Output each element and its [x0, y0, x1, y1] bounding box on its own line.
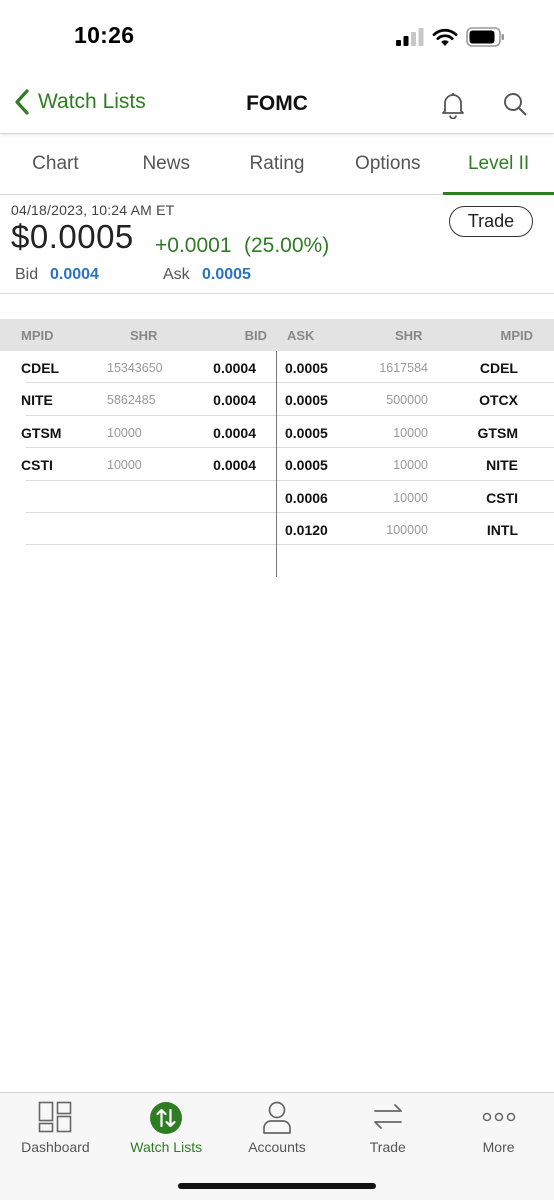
level2-row: 0.0006 10000 CSTI	[0, 481, 554, 513]
ask-price: 0.0005	[285, 424, 328, 441]
bid-mpid: CSTI	[21, 457, 53, 474]
ask-price: 0.0005	[285, 360, 328, 376]
ask-price: 0.0120	[285, 521, 328, 538]
trade-button[interactable]: Trade	[449, 206, 533, 237]
status-icons	[396, 27, 506, 47]
last-price: $0.0005	[11, 218, 134, 255]
alerts-button[interactable]	[441, 91, 465, 124]
level2-row: GTSM 10000 0.0004 0.0005 10000 GTSM	[0, 416, 554, 449]
bid-mpid: NITE	[21, 392, 53, 409]
ask-mpid: CSTI	[486, 489, 518, 506]
tab-strip: Chart News Rating Options Level II	[0, 134, 554, 195]
level2-row: NITE 5862485 0.0004 0.0005 500000 OTCX	[0, 383, 554, 416]
header-bid: BID	[244, 328, 267, 343]
bid-side	[26, 513, 276, 546]
ask-shares: 10000	[393, 458, 428, 473]
back-label: Watch Lists	[38, 90, 146, 113]
tabbar-label: Accounts	[248, 1139, 306, 1155]
ask-mpid: GTSM	[477, 424, 518, 441]
bid-price: 0.0004	[213, 457, 256, 474]
trade-icon	[373, 1104, 402, 1129]
header-ask-mpid: MPID	[500, 328, 534, 343]
quote-timestamp: 04/18/2023, 10:24 AM ET	[11, 202, 175, 218]
ask-shares: 1617584	[379, 361, 428, 375]
accounts-icon	[263, 1101, 291, 1134]
nav-bar: Watch Lists FOMC	[0, 74, 554, 134]
header-ask: ASK	[287, 328, 315, 343]
level2-header: MPID SHR BID ASK SHR MPID	[0, 319, 554, 351]
ask-mpid: CDEL	[479, 360, 518, 376]
ask-label: Ask	[163, 266, 190, 283]
ask-mpid: OTCX	[479, 392, 518, 409]
level2-row: CDEL 15343650 0.0004 0.0005 1617584 CDEL	[0, 351, 554, 384]
tab-options[interactable]: Options	[332, 134, 443, 194]
back-button[interactable]: Watch Lists	[14, 88, 146, 116]
ask-shares: 10000	[393, 490, 428, 505]
cellular-signal-icon	[396, 28, 424, 46]
status-bar: 10:26	[0, 0, 554, 74]
wifi-icon	[432, 28, 458, 46]
tabbar-label: Trade	[369, 1139, 406, 1155]
quote-panel: 04/18/2023, 10:24 AM ET $0.0005 +0.0001 …	[0, 196, 554, 294]
tabbar-dashboard[interactable]: Dashboard	[0, 1093, 111, 1200]
ask-shares: 10000	[393, 425, 428, 440]
price-change: +0.0001	[155, 234, 232, 257]
dashboard-icon	[39, 1101, 72, 1133]
tab-level-ii[interactable]: Level II	[443, 134, 554, 195]
ask-mpid: INTL	[486, 521, 518, 538]
ask-value: 0.0005	[202, 266, 251, 283]
tab-chart[interactable]: Chart	[0, 134, 111, 194]
ask-price: 0.0005	[285, 457, 328, 474]
bell-icon	[442, 93, 464, 120]
search-button[interactable]	[503, 92, 527, 121]
level2-row: CSTI 10000 0.0004 0.0005 10000 NITE	[0, 448, 554, 481]
bid-price: 0.0004	[213, 392, 256, 409]
search-icon	[504, 93, 527, 116]
chevron-left-icon	[15, 89, 29, 115]
level2-body: CDEL 15343650 0.0004 0.0005 1617584 CDEL NITE 5…	[0, 351, 554, 577]
header-ask-shr: SHR	[395, 328, 423, 343]
bid-label: Bid	[15, 266, 39, 283]
tabbar-label: Dashboard	[21, 1139, 90, 1155]
tabbar-label: More	[482, 1139, 515, 1155]
home-indicator	[178, 1183, 376, 1189]
bid-price: 0.0004	[213, 424, 256, 441]
bid-price: 0.0004	[213, 360, 256, 376]
level2-table: MPID SHR BID ASK SHR MPID CDEL 15343650 0.…	[0, 319, 554, 577]
ask-price: 0.0006	[285, 489, 328, 506]
ask-shares: 100000	[386, 522, 428, 537]
bid-value: 0.0004	[50, 266, 99, 283]
more-icon	[482, 1112, 515, 1122]
ask-mpid: NITE	[486, 457, 518, 474]
status-time: 10:26	[74, 22, 135, 48]
battery-icon	[466, 27, 504, 47]
header-bid-shr: SHR	[130, 328, 158, 343]
tab-rating[interactable]: Rating	[222, 134, 333, 194]
tab-news[interactable]: News	[111, 134, 222, 194]
ask-shares: 500000	[386, 393, 428, 408]
level2-row: 0.0120 100000 INTL	[0, 513, 554, 546]
bid-side	[26, 481, 276, 513]
price-change-percent: (25.00%)	[244, 234, 330, 257]
header-bid-mpid: MPID	[21, 328, 54, 343]
bid-mpid: GTSM	[21, 424, 62, 441]
watch-lists-icon	[150, 1102, 183, 1134]
ask-price: 0.0005	[285, 392, 328, 409]
bid-mpid: CDEL	[21, 360, 60, 376]
tabbar-label: Watch Lists	[130, 1139, 203, 1155]
tabbar-more[interactable]: More	[443, 1093, 554, 1200]
